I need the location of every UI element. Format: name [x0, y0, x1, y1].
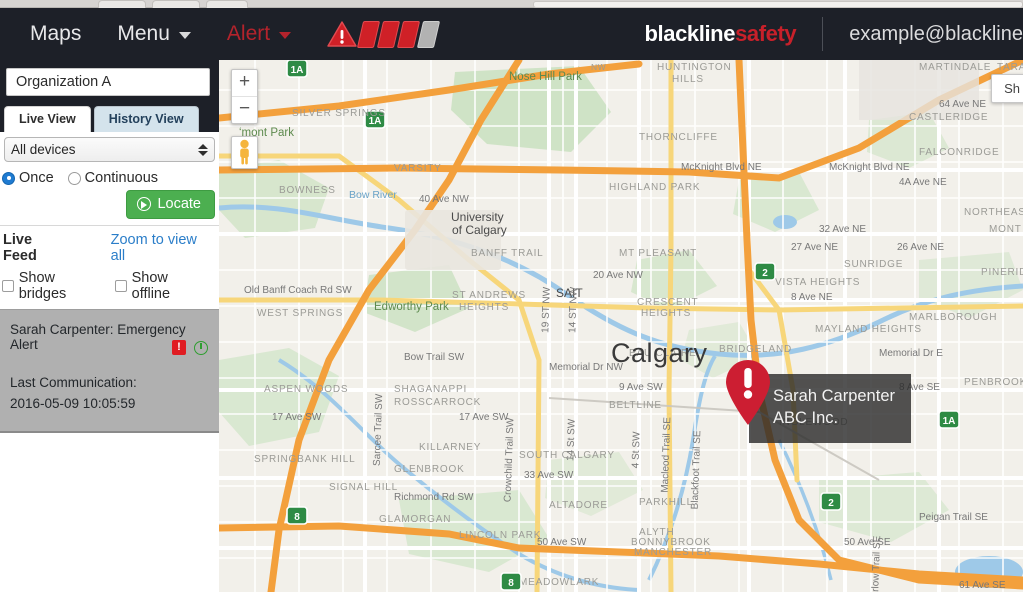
last-communication-label: Last Communication:	[10, 375, 137, 390]
radio-once[interactable]	[2, 171, 15, 185]
device-filter-row: All devices	[0, 132, 219, 166]
checkbox-show-bridges[interactable]	[2, 280, 14, 292]
chevron-down-icon	[178, 32, 191, 39]
power-icon[interactable]	[194, 340, 208, 355]
alert-item-badges: !	[172, 340, 208, 355]
alert-feed-item[interactable]: Sarah Carpenter: Emergency Alert ! Last …	[0, 309, 219, 433]
checkbox-show-offline[interactable]	[114, 280, 127, 292]
zoom-to-view-all-link[interactable]: Zoom to view all	[111, 232, 215, 264]
device-filter-value: All devices	[11, 142, 76, 157]
last-communication-value: 2016-05-09 10:05:59	[10, 395, 136, 411]
map-tiles	[219, 60, 1023, 592]
map-edge-button[interactable]: Sh	[991, 74, 1023, 103]
locate-button-label: Locate	[157, 196, 201, 212]
show-bridges-label: Show bridges	[18, 270, 67, 302]
locate-button[interactable]: Locate	[126, 190, 215, 219]
nav-item-menu[interactable]: Menu	[99, 8, 209, 60]
radio-once-label: Once	[19, 170, 54, 186]
show-offline-label: Show offline	[131, 270, 171, 302]
application-root: Maps Menu Alert blacklinesafety example@…	[0, 0, 1023, 592]
zoom-out-button[interactable]: −	[232, 97, 257, 123]
top-navbar: Maps Menu Alert blacklinesafety example@…	[0, 8, 1023, 60]
user-email-label[interactable]: example@blackline	[849, 23, 1023, 46]
alert-bar-2	[376, 20, 401, 48]
radio-continuous[interactable]	[67, 171, 81, 185]
brand-blackline: blackline	[644, 21, 736, 46]
emergency-alert-marker[interactable]	[721, 356, 775, 431]
nav-maps-label: Maps	[30, 22, 82, 45]
pegman-icon[interactable]	[231, 136, 258, 169]
chevron-updown-icon	[198, 143, 208, 156]
view-tabs: Live View History View	[0, 105, 219, 132]
radio-continuous-label: Continuous	[84, 170, 159, 186]
map-canvas[interactable]: 1ANWHUNTINGTONHILLSMARTINDALETARADALENos…	[219, 60, 1023, 592]
nav-item-maps[interactable]: Maps	[0, 8, 99, 60]
feed-filter-checkboxes: Show bridges Show offline	[0, 267, 219, 309]
device-filter-select[interactable]: All devices	[4, 137, 215, 162]
browser-url-bar[interactable]	[533, 1, 1023, 8]
locate-mode-row: Once Continuous	[0, 166, 219, 188]
zoom-in-button[interactable]: +	[232, 70, 257, 96]
nav-item-alert[interactable]: Alert	[209, 8, 309, 60]
organization-bar	[0, 60, 219, 105]
locate-button-row: Locate	[0, 188, 219, 225]
alert-bar-3	[396, 20, 421, 48]
browser-tab[interactable]	[98, 0, 146, 8]
chevron-down-icon	[279, 32, 292, 39]
live-feed-title: Live Feed	[3, 232, 37, 264]
nav-alert-label: Alert	[226, 22, 271, 45]
browser-tab[interactable]	[152, 0, 200, 8]
brand-safety: safety	[735, 21, 797, 46]
map-zoom-controls[interactable]: + −	[231, 69, 258, 124]
browser-chrome	[0, 0, 1023, 8]
tooltip-name: Sarah Carpenter	[773, 387, 895, 405]
alert-level-indicator[interactable]	[327, 8, 441, 60]
tooltip-company: ABC Inc.	[773, 409, 839, 428]
sidebar-body: All devices Once Continuous Locate Live …	[0, 132, 219, 433]
tab-history-view[interactable]: History View	[93, 106, 199, 132]
play-circle-icon	[137, 197, 152, 211]
alert-item-meta: Last Communication: 2016-05-09 10:05:59	[10, 373, 209, 415]
browser-tab[interactable]	[206, 0, 248, 8]
alert-bar-1	[356, 20, 381, 48]
organization-input[interactable]	[6, 68, 210, 96]
navbar-divider	[822, 17, 824, 51]
live-feed-header: Live Feed Zoom to view all	[0, 226, 219, 267]
alert-bar-4	[416, 20, 441, 48]
navbar-right: blacklinesafety example@blackline	[645, 8, 1023, 60]
brand-logo[interactable]: blacklinesafety	[645, 21, 797, 47]
exclamation-badge-icon[interactable]: !	[172, 340, 186, 355]
warning-triangle-icon	[327, 20, 357, 47]
tab-live-view[interactable]: Live View	[4, 106, 91, 132]
left-sidebar: Live View History View All devices Once …	[0, 60, 219, 592]
nav-menu-label: Menu	[117, 22, 170, 45]
